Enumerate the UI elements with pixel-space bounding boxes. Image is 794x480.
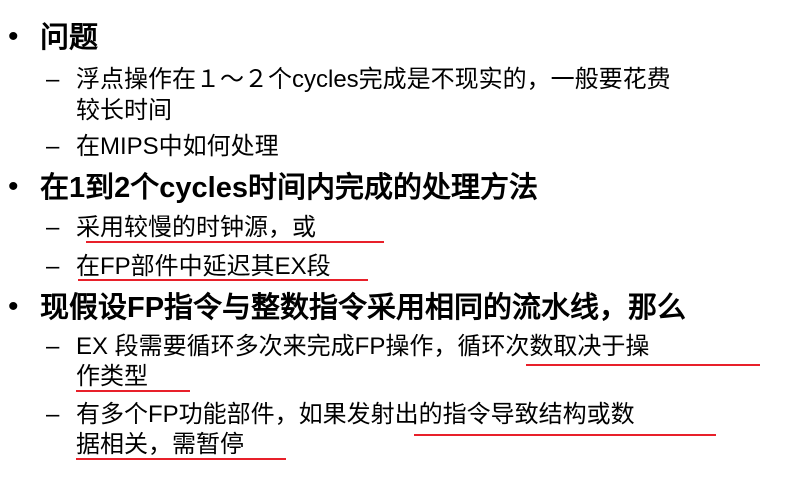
subitem-text: EX 段需要循环多次来完成FP操作，循环次数取决于操 <box>76 333 650 360</box>
dash: – <box>46 253 60 280</box>
slide: • 问题 – 浮点操作在１～２个cycles完成是不现实的，一般要花费 较长时间… <box>0 0 794 480</box>
red-underline <box>76 390 190 392</box>
bullet: • <box>8 170 19 203</box>
bullet: • <box>8 290 19 323</box>
subitem-text: 在FP部件中延迟其EX段 <box>76 253 331 280</box>
dash: – <box>46 401 60 428</box>
heading-methods: 在1到2个cycles时间内完成的处理方法 <box>40 172 538 204</box>
dash: – <box>46 133 60 160</box>
dash: – <box>46 66 60 93</box>
subitem-text: 在MIPS中如何处理 <box>76 133 279 160</box>
dash: – <box>46 214 60 241</box>
subitem-text-continued: 据相关，需暂停 <box>76 431 244 458</box>
subitem-text-continued: 作类型 <box>76 363 148 390</box>
dash: – <box>46 333 60 360</box>
bullet: • <box>8 20 19 53</box>
subitem-text-continued: 较长时间 <box>76 97 172 124</box>
red-underline <box>526 364 760 366</box>
subitem-text: 浮点操作在１～２个cycles完成是不现实的，一般要花费 <box>76 66 671 93</box>
red-underline <box>76 458 286 460</box>
heading-issue: 问题 <box>40 22 99 54</box>
red-underline <box>78 279 368 281</box>
heading-assumption: 现假设FP指令与整数指令采用相同的流水线，那么 <box>40 292 687 324</box>
red-underline <box>86 241 384 243</box>
subitem-text: 采用较慢的时钟源，或 <box>76 214 316 241</box>
red-underline <box>414 434 716 436</box>
subitem-text: 有多个FP功能部件，如果发射出的指令导致结构或数 <box>76 401 635 428</box>
